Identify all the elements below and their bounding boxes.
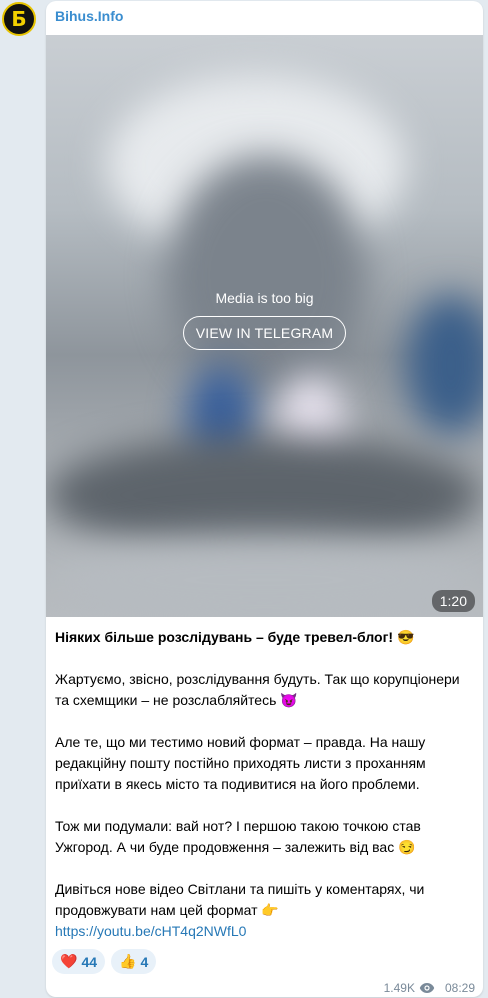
- media-too-big-text: Media is too big: [215, 290, 314, 306]
- post-text: Ніяких більше розслідувань – буде тревел…: [55, 627, 475, 942]
- message-bubble: Bihus.Info Media is too big VIEW IN TELE…: [46, 1, 483, 997]
- post-paragraph-3: Тож ми подумали: вай нот? І першою такою…: [55, 818, 421, 855]
- view-in-telegram-button[interactable]: VIEW IN TELEGRAM: [182, 316, 347, 350]
- channel-avatar[interactable]: Б: [2, 2, 36, 36]
- reaction-thumbs-up[interactable]: 👍 4: [111, 949, 157, 974]
- view-count: 1.49K: [383, 981, 415, 995]
- post-time: 08:29: [444, 981, 475, 995]
- blur-shape: [166, 155, 366, 395]
- media-overlay: Media is too big VIEW IN TELEGRAM: [46, 290, 483, 350]
- message-meta: 1.49K 08:29: [384, 981, 475, 995]
- video-duration-badge: 1:20: [431, 590, 475, 612]
- eye-icon: [419, 983, 435, 993]
- blur-shape: [46, 535, 483, 617]
- reaction-count: 4: [140, 953, 149, 970]
- reactions-bar: ❤️ 44 👍 4: [52, 949, 157, 974]
- reaction-heart[interactable]: ❤️ 44: [52, 949, 106, 974]
- youtube-link[interactable]: https://youtu.be/cHT4q2NWfL0: [55, 921, 475, 942]
- post-paragraph-4: Дивіться нове відео Світлани та пишіть у…: [55, 881, 425, 918]
- post-paragraph-1: Жартуємо, звісно, розслідування будуть. …: [55, 671, 460, 708]
- channel-name[interactable]: Bihus.Info: [55, 8, 123, 24]
- post-paragraph-2: Але те, що ми тестимо новий формат – пра…: [55, 734, 426, 792]
- avatar-letter: Б: [11, 7, 27, 31]
- heart-icon: ❤️: [60, 953, 78, 969]
- thumbs-up-icon: 👍: [119, 953, 137, 969]
- reaction-count: 44: [81, 953, 98, 970]
- post-headline: Ніяких більше розслідувань – буде тревел…: [55, 629, 415, 645]
- media-preview[interactable]: Media is too big VIEW IN TELEGRAM 1:20: [46, 35, 483, 617]
